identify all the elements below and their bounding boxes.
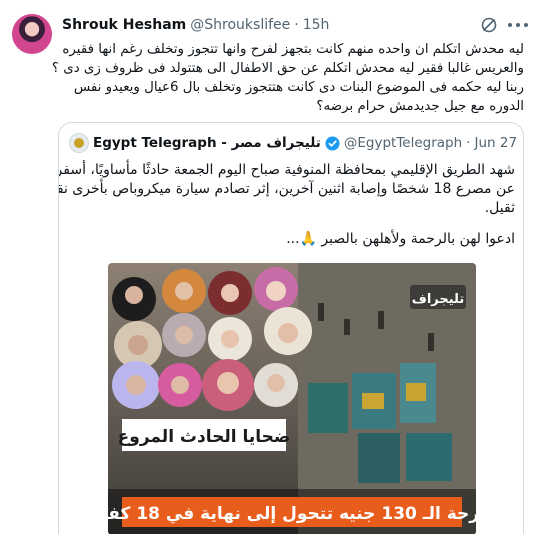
quoted-date[interactable]: Jun 27 (474, 135, 517, 151)
tweet-body-line: والعريس غالبا فقير ليه محدش اتكلم عن حق … (51, 61, 524, 76)
quoted-text: شهد الطريق الإقليمي بمحافظة المنوفية صبا… (58, 161, 515, 249)
media-logo-text: تليجراف (412, 292, 465, 307)
tweet-body-line: ربنا ليه حكمه فى الموضوع البنات دى كانت … (73, 80, 524, 95)
quoted-text-line: شهد الطريق الإقليمي بمحافظة المنوفية صبا… (58, 162, 515, 178)
quoted-media-image[interactable]: تليجراف ضحايا الحادث المروع حة الـ 130 ج… (108, 263, 476, 534)
header-separator: · (294, 17, 299, 33)
quoted-separator: · (466, 135, 471, 151)
author-name[interactable]: Shrouk Hesham (62, 17, 186, 33)
tweet-card[interactable]: Shrouk Hesham @Shroukslifee · 15h ليه مح… (0, 0, 538, 534)
tweet-body: ليه محدش اتكلم ان واحده منهم كانت بتجهز … (51, 40, 524, 116)
author-avatar[interactable] (12, 14, 52, 54)
tweet-body-line: الدوره مع جيل جديدمش حرام برضه؟ (316, 99, 524, 114)
quoted-author-handle[interactable]: @EgyptTelegraph (344, 135, 462, 151)
author-handle[interactable]: @Shroukslifee (190, 17, 290, 33)
slash-circle-icon[interactable] (480, 16, 498, 34)
quoted-tweet[interactable]: Egypt Telegraph - تليجراف مصر @EgyptTele… (58, 122, 524, 534)
tweet-time[interactable]: 15h (303, 17, 330, 33)
tweet-header: Shrouk Hesham @Shroukslifee · 15h (62, 14, 498, 36)
media-bottom-caption: فرحة الـ 130 جنيه تتحول إلى نهاية في 18 … (108, 504, 476, 524)
quoted-text-line: عن مصرع 18 شخصًا وإصابة اثنين آخرين، إثر… (58, 181, 515, 197)
tweet-body-line: ليه محدش اتكلم ان واحده منهم كانت بتجهز … (62, 42, 524, 57)
more-dots-icon[interactable] (508, 16, 528, 34)
quoted-text-line: ثقيل. (484, 200, 515, 216)
media-victims-caption: ضحايا الحادث المروع (118, 427, 291, 447)
verified-badge-icon (325, 135, 340, 151)
quoted-avatar[interactable] (69, 133, 89, 153)
quoted-author-name[interactable]: Egypt Telegraph - تليجراف مصر (93, 135, 321, 151)
quoted-prayer-line: ادعوا لهن بالرحمة ولأهلهن بالصبر 🙏... (286, 231, 515, 247)
quoted-tweet-header: Egypt Telegraph - تليجراف مصر @EgyptTele… (69, 133, 517, 153)
